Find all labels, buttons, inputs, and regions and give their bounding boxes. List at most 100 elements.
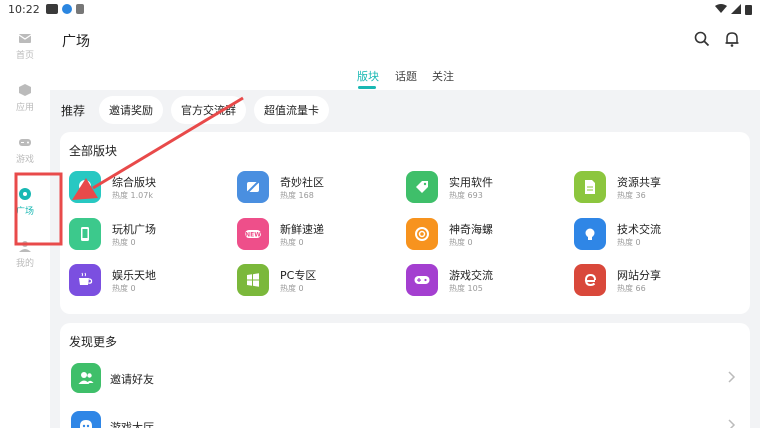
edge-icon	[584, 273, 596, 287]
nav-item-label: 我的	[15, 259, 34, 269]
board-item[interactable]: PC专区 热度 0	[237, 264, 397, 298]
board-item[interactable]: NEW 新鲜速递 热度 0	[237, 218, 397, 252]
nav-item-games[interactable]: 游戏	[0, 128, 50, 172]
board-name: 技术交流	[617, 223, 661, 236]
app-header: 广场	[50, 18, 760, 62]
board-icon-bg	[574, 218, 606, 250]
cube-icon	[19, 84, 31, 96]
board-heat: 热度 0	[112, 284, 136, 293]
section-title: 全部版块	[69, 144, 118, 158]
nav-item-label: 应用	[15, 103, 34, 113]
tab-boards[interactable]: 版块	[357, 68, 379, 84]
recommend-row: 推荐 邀请奖励 官方交流群 超值流量卡	[50, 90, 760, 130]
nav-item-square[interactable]: 广场	[0, 180, 50, 224]
board-item[interactable]: 游戏交流 热度 105	[406, 264, 566, 298]
board-heat: 热度 66	[617, 284, 646, 293]
discover-item-invite-friends[interactable]: 邀请好友	[60, 355, 750, 401]
ghost-icon	[80, 420, 92, 428]
board-item[interactable]: 奇妙社区 热度 168	[237, 171, 397, 205]
side-nav: 首页 应用 游戏 广场 我的	[0, 18, 50, 428]
nav-item-apps[interactable]: 应用	[0, 76, 50, 120]
notification-icon	[45, 4, 58, 14]
board-icon-bg	[237, 171, 269, 203]
board-name: 实用软件	[449, 176, 493, 189]
board-item[interactable]: 娱乐天地 热度 0	[69, 264, 229, 298]
section-title: 发现更多	[69, 335, 118, 349]
phone-icon	[81, 227, 89, 241]
board-heat: 热度 105	[449, 284, 483, 293]
windows-icon	[247, 273, 259, 287]
discover-item-game-lobby[interactable]: 游戏大厅	[60, 403, 750, 428]
discover-icon-bg	[71, 363, 101, 393]
board-icon-bg	[69, 218, 101, 250]
nav-item-home[interactable]: 首页	[0, 24, 50, 68]
board-name: PC专区	[280, 269, 317, 282]
shield-icon	[75, 4, 84, 14]
board-item[interactable]: 技术交流 热度 0	[574, 218, 734, 252]
board-icon-bg: NEW	[237, 218, 269, 250]
battery-icon	[745, 4, 752, 15]
chat-bubble-icon	[79, 180, 91, 194]
chip-official-group[interactable]: 官方交流群	[171, 96, 247, 124]
board-name: 娱乐天地	[112, 269, 156, 282]
discover-label: 游戏大厅	[110, 421, 154, 428]
chat-icon	[19, 188, 31, 200]
mail-icon	[18, 34, 32, 43]
board-name: 游戏交流	[449, 269, 493, 282]
board-name: 奇妙社区	[280, 176, 324, 189]
board-icon-bg	[406, 264, 438, 296]
board-heat: 热度 693	[449, 191, 483, 200]
board-name: 神奇海螺	[449, 223, 493, 236]
no-ads-icon	[246, 180, 260, 194]
tab-topics[interactable]: 话题	[395, 68, 417, 84]
board-name: 综合版块	[112, 176, 156, 189]
chevron-right-icon	[728, 371, 736, 383]
board-heat: 热度 0	[112, 238, 136, 247]
board-item[interactable]: 综合版块 热度 1.07k	[69, 171, 229, 205]
search-icon[interactable]	[693, 30, 711, 48]
nav-item-label: 游戏	[15, 155, 34, 165]
document-icon	[585, 180, 595, 194]
board-icon-bg	[574, 171, 606, 203]
board-item[interactable]: 玩机广场 热度 0	[69, 218, 229, 252]
bell-icon[interactable]	[723, 30, 741, 48]
board-heat: 热度 168	[280, 191, 314, 200]
board-name: 玩机广场	[112, 223, 156, 236]
board-item[interactable]: 实用软件 热度 693	[406, 171, 566, 205]
all-boards-card: 全部版块 综合版块 热度 1.07k 奇妙社区 热度 168 实用软件 热度 6…	[60, 132, 750, 314]
board-name: 网站分享	[617, 269, 661, 282]
board-heat: 热度 0	[617, 238, 641, 247]
conch-icon	[415, 227, 429, 241]
board-heat: 热度 0	[449, 238, 473, 247]
page-title: 广场	[62, 34, 90, 50]
chip-data-card[interactable]: 超值流量卡	[254, 96, 330, 124]
board-heat: 热度 0	[280, 238, 304, 247]
board-item[interactable]: 神奇海螺 热度 0	[406, 218, 566, 252]
nav-item-label: 广场	[15, 207, 34, 217]
board-item[interactable]: 网站分享 热度 66	[574, 264, 734, 298]
lamp-icon	[585, 228, 595, 240]
person-icon	[19, 241, 31, 252]
board-icon-bg	[406, 171, 438, 203]
nav-item-label: 首页	[15, 51, 34, 61]
chip-invite-reward[interactable]: 邀请奖励	[99, 96, 164, 124]
gamepad-icon	[19, 139, 31, 146]
board-item[interactable]: 资源共享 热度 36	[574, 171, 734, 205]
chevron-right-icon	[728, 419, 736, 428]
discover-label: 邀请好友	[110, 373, 154, 386]
board-icon-bg	[237, 264, 269, 296]
board-heat: 热度 36	[617, 191, 646, 200]
board-icon-bg	[69, 171, 101, 203]
nav-item-me[interactable]: 我的	[0, 232, 50, 276]
new-badge-icon: NEW	[245, 230, 261, 239]
users-icon	[78, 372, 94, 384]
board-icon-bg	[406, 218, 438, 250]
coffee-icon	[79, 272, 93, 285]
signal-icon	[731, 4, 741, 14]
board-heat: 热度 1.07k	[112, 191, 153, 200]
board-heat: 热度 0	[280, 284, 304, 293]
board-icon-bg	[69, 264, 101, 296]
board-icon-bg	[574, 264, 606, 296]
tab-following[interactable]: 关注	[432, 68, 454, 84]
svg-text:NEW: NEW	[245, 232, 261, 239]
